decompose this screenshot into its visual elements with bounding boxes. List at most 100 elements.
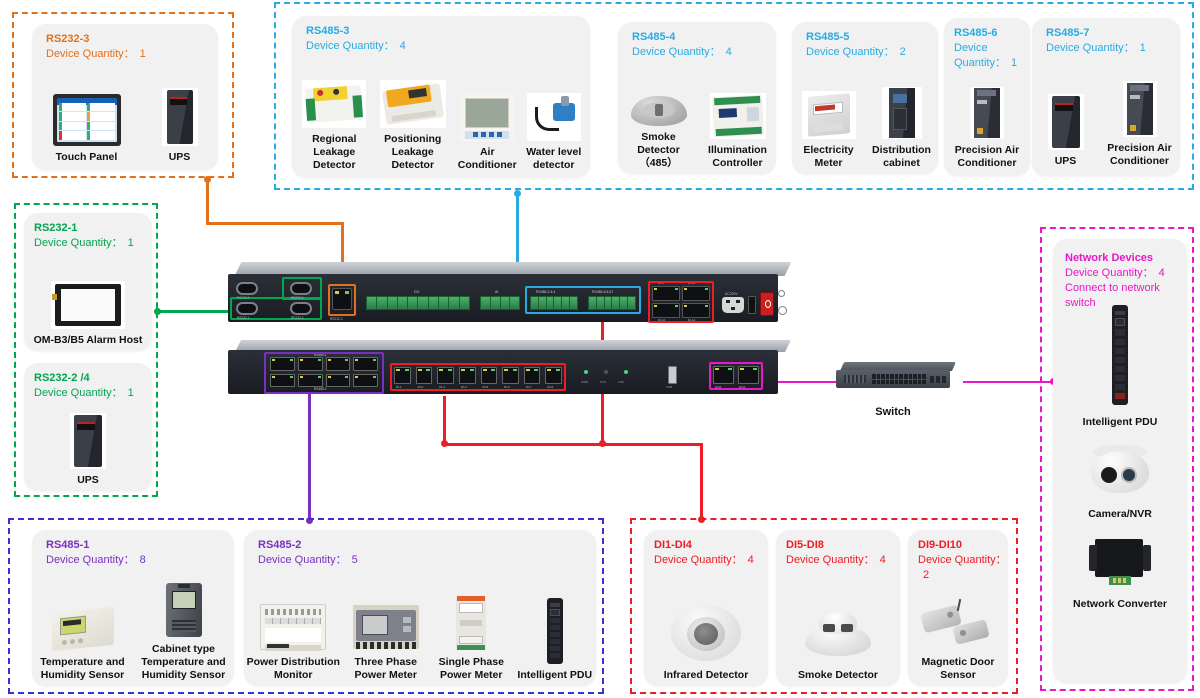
switch-label: Switch	[875, 406, 911, 418]
touch-panel-icon	[52, 93, 121, 146]
controller-bottom-unit[interactable]: RS485-1 RS485-2 DI-1 DI-2 DI-3 DI-4 DI-5 DI-…	[228, 340, 791, 396]
air-conditioner-icon	[460, 92, 515, 141]
device-smoke-detector-485[interactable]: Smoke Detector （485）	[622, 80, 696, 170]
device-precision-air-conditioner[interactable]: Precision Air Conditioner	[1102, 80, 1178, 168]
magnetic-door-sensor-icon	[920, 598, 996, 651]
card-rs485-4[interactable]: RS485-4 Device Quantity： 4 Smoke Detector…	[618, 22, 776, 174]
device-label: Smoke Detector	[798, 668, 878, 681]
network-switch-icon	[836, 362, 957, 396]
card-di5-di8-header: DI5-DI8 Device Quantity： 4	[776, 530, 900, 568]
card-quantity: Device Quantity： 1	[34, 236, 134, 249]
card-rs485-6[interactable]: RS485-6 Device Quantity： 1 Precision Air …	[944, 18, 1030, 176]
device-intelligent-pdu[interactable]: Intelligent PDU	[1083, 305, 1157, 429]
card-title: RS485-5	[806, 31, 850, 43]
device-intelligent-pdu[interactable]: Intelligent PDU	[515, 597, 595, 682]
controller-top-unit[interactable]: RS232-0 RS232-4 RS232-1 RS232-2 RS232-3 …	[228, 262, 792, 324]
connector-red-v3	[700, 443, 703, 519]
card-di1-di4[interactable]: DI1-DI4 Device Quantity： 4 Infrared Detec…	[644, 530, 768, 686]
network-converter-icon	[1085, 537, 1155, 587]
connector-orange-h1	[206, 222, 344, 225]
device-water-level-detector[interactable]: Water level detector	[522, 92, 586, 172]
card-title: RS232-1	[34, 222, 78, 234]
card-rs232-1-header: RS232-1 Device Quantity： 1	[24, 213, 152, 251]
card-rs485-7[interactable]: RS485-7 Device Quantity： 1 UPS Precision…	[1032, 18, 1180, 176]
card-di9-di10[interactable]: DI9-DI10 Device Quantity：2 Magnetic Door…	[908, 530, 1008, 686]
device-cabinet-temperature-humidity-sensor[interactable]: Cabinet type Temperature and Humidity Se…	[137, 582, 231, 682]
device-illumination-controller[interactable]: Illumination Controller	[703, 92, 773, 170]
device-regional-leakage-detector[interactable]: Regional Leakage Detector	[296, 79, 372, 172]
card-rs232-1[interactable]: RS232-1 Device Quantity： 1 OM-B3/B5 Alarm…	[24, 213, 152, 351]
device-network-converter[interactable]: Network Converter	[1073, 537, 1167, 611]
card-network-devices[interactable]: Network Devices Device Quantity： 4 Connec…	[1053, 239, 1187, 683]
power-distribution-monitor-icon	[259, 603, 327, 651]
card-quantity: Device Quantity： 5	[258, 553, 358, 566]
device-air-conditioner[interactable]: Air Conditioner	[453, 92, 521, 172]
card-rs232-2-4[interactable]: RS232-2 /4 Device Quantity： 1 UPS	[24, 363, 152, 491]
card-title: RS485-1	[46, 539, 90, 551]
card-rs485-5-header: RS485-5 Device Quantity： 2	[792, 22, 938, 60]
connector-red-h1	[443, 443, 703, 446]
device-single-phase-power-meter[interactable]: Single Phase Power Meter	[430, 595, 512, 682]
three-phase-power-meter-icon	[352, 603, 420, 651]
device-stack: Intelligent PDU Camera/NVR Network Conve…	[1053, 305, 1187, 627]
card-quantity: Device Quantity： 4	[786, 553, 886, 566]
device-row: UPS Precision Air Conditioner	[1032, 64, 1180, 168]
card-quantity: Device Quantity： 1	[34, 386, 134, 399]
card-title: RS485-4	[632, 31, 676, 43]
card-title: DI1-DI4	[654, 539, 692, 551]
device-alarm-host[interactable]: OM-B3/B5 Alarm Host	[34, 280, 142, 347]
device-label: Positioning Leakage Detector	[384, 132, 442, 171]
device-label: Regional Leakage Detector	[312, 132, 357, 171]
card-rs485-3[interactable]: RS485-3 Device Quantity： 4 Regional Leak…	[292, 16, 590, 178]
device-row: Smoke Detector	[776, 576, 900, 682]
device-temperature-humidity-sensor[interactable]: Temperature and Humidity Sensor	[36, 606, 130, 682]
device-infrared-detector[interactable]: Infrared Detector	[664, 602, 748, 682]
device-ups[interactable]: UPS	[161, 87, 198, 164]
device-label: Precision Air Conditioner	[1107, 141, 1172, 167]
highlight-eth-ports	[709, 362, 763, 390]
cabinet-temperature-humidity-sensor-icon	[164, 582, 204, 638]
card-rs485-6-header: RS485-6 Device Quantity： 1	[944, 18, 1030, 71]
device-electricity-meter[interactable]: Electricity Meter	[796, 90, 862, 170]
highlight-rs232-3-rj45	[328, 284, 356, 316]
card-di5-di8[interactable]: DI5-DI8 Device Quantity： 4 Smoke Detector	[776, 530, 900, 686]
card-quantity: Device Quantity： 4	[654, 553, 754, 566]
device-camera-nvr[interactable]: Camera/NVR	[1085, 445, 1155, 521]
highlight-di-rj45	[648, 281, 714, 323]
device-label: Single Phase Power Meter	[438, 655, 504, 681]
card-rs485-4-header: RS485-4 Device Quantity： 4	[618, 22, 776, 60]
group-di-bottom: DI1-DI4 Device Quantity： 4 Infrared Detec…	[630, 518, 1018, 694]
device-magnetic-door-sensor[interactable]: Magnetic Door Sensor	[920, 598, 996, 682]
device-precision-air-conditioner[interactable]: Precision Air Conditioner	[947, 86, 1027, 170]
device-label: Network Converter	[1073, 598, 1167, 611]
device-label: Three Phase Power Meter	[354, 655, 417, 681]
card-title: RS485-2	[258, 539, 302, 551]
device-label: Illumination Controller	[708, 143, 767, 169]
device-distribution-cabinet[interactable]: Distribution cabinet	[869, 86, 935, 170]
device-smoke-detector[interactable]: Smoke Detector	[798, 608, 878, 682]
card-rs485-2[interactable]: RS485-2 Device Quantity： 5 Power Distrib…	[244, 530, 596, 686]
device-positioning-leakage-detector[interactable]: Positioning Leakage Detector	[373, 79, 453, 172]
device-power-distribution-monitor[interactable]: Power Distribution Monitor	[245, 603, 341, 682]
device-label: Electricity Meter	[803, 143, 854, 169]
card-rs485-7-header: RS485-7 Device Quantity： 1	[1032, 18, 1180, 56]
device-ups[interactable]: UPS	[1035, 93, 1097, 168]
card-rs485-1[interactable]: RS485-1 Device Quantity： 8 Temperature a…	[32, 530, 234, 686]
network-switch[interactable]: Switch	[836, 362, 957, 418]
card-rs232-3[interactable]: RS232-3 Device Quantity： 1 Touch Panel U…	[32, 24, 218, 170]
device-touch-panel[interactable]: Touch Panel	[52, 93, 121, 164]
card-title: RS485-7	[1046, 27, 1090, 39]
device-label: Water level detector	[526, 145, 582, 171]
ups-icon	[70, 412, 106, 469]
card-quantity: Device Quantity： 4	[632, 45, 732, 58]
device-three-phase-power-meter[interactable]: Three Phase Power Meter	[344, 603, 428, 682]
device-label: UPS	[77, 473, 99, 486]
card-rs232-2-4-header: RS232-2 /4 Device Quantity： 1	[24, 363, 152, 401]
device-row: Infrared Detector	[644, 576, 768, 682]
device-ups[interactable]: UPS	[70, 412, 106, 487]
highlight-rs485-1-2	[264, 352, 384, 394]
card-quantity: Device Quantity： 8	[46, 553, 146, 566]
illumination-controller-icon	[709, 92, 766, 139]
card-rs485-5[interactable]: RS485-5 Device Quantity： 2 Electricity Me…	[792, 22, 938, 174]
ups-icon	[161, 87, 198, 146]
